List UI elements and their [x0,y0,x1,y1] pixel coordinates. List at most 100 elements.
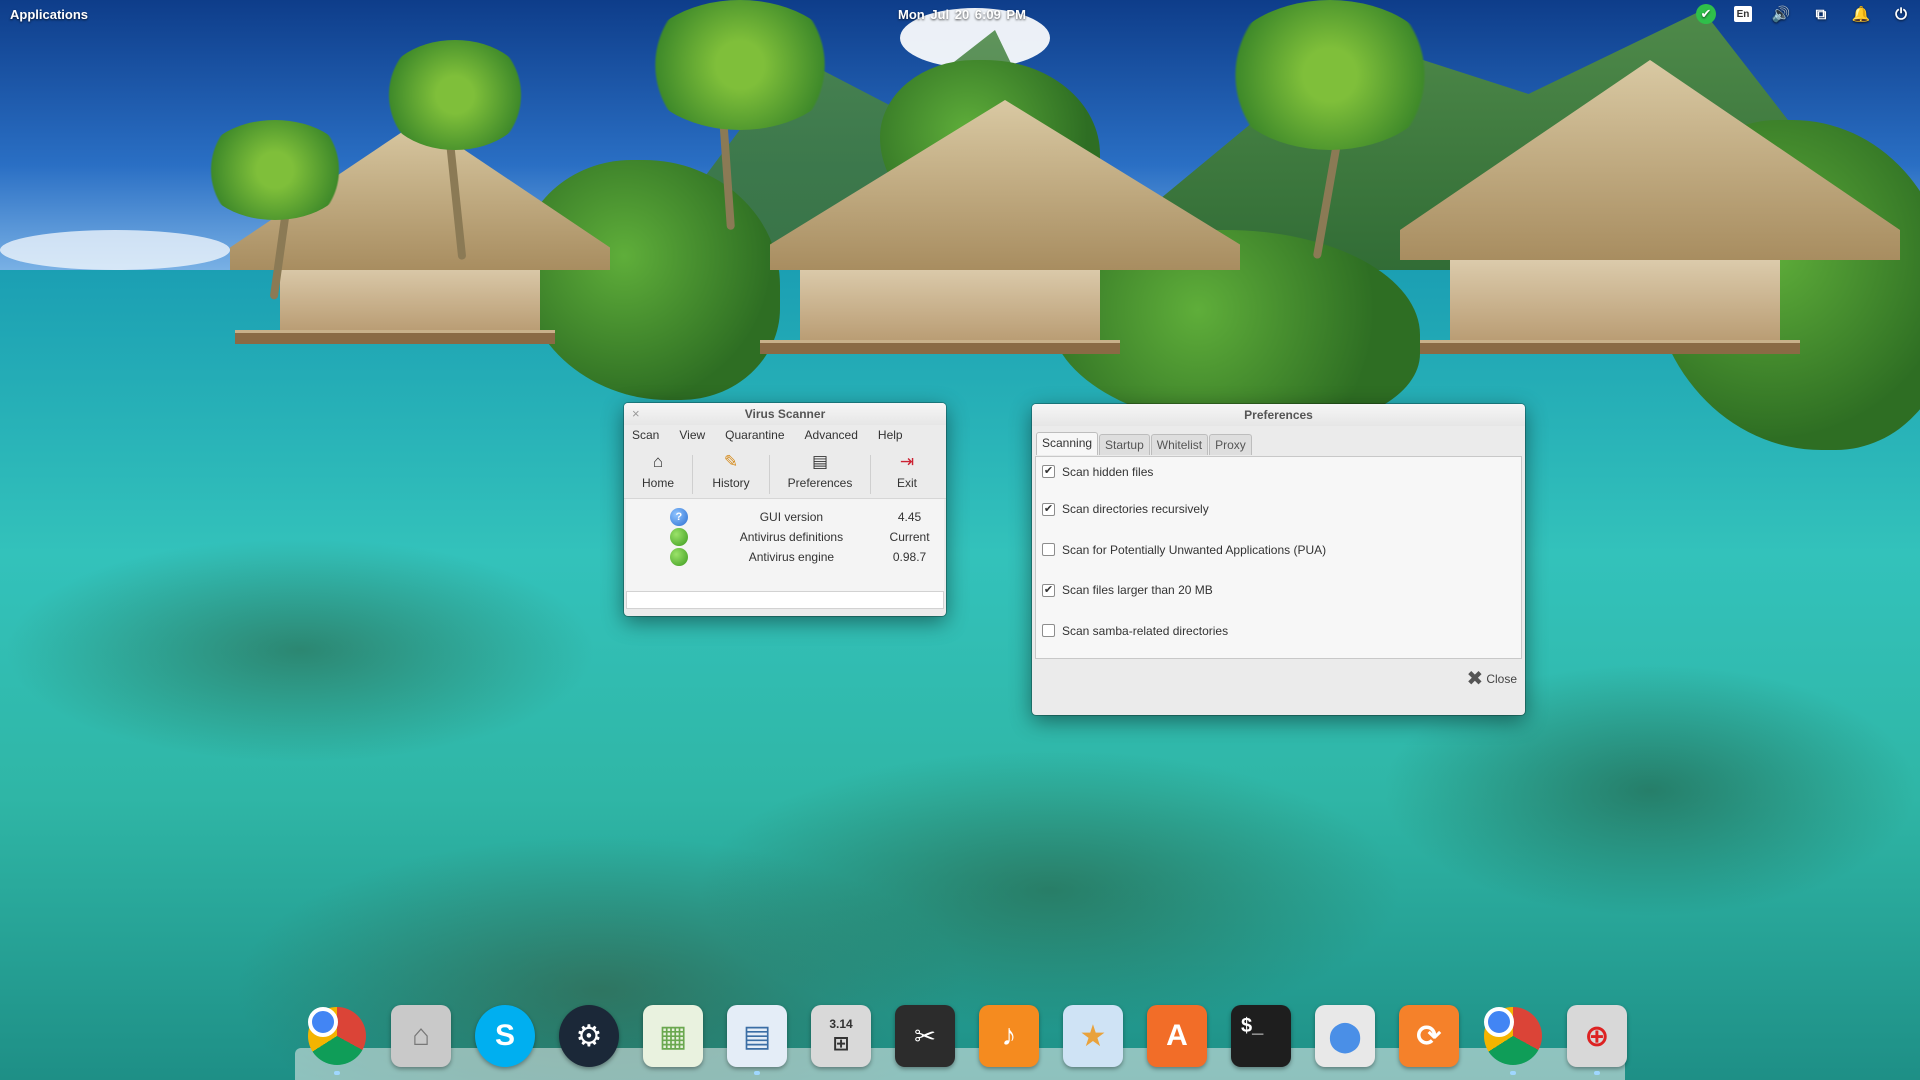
tab-startup[interactable]: Startup [1099,434,1150,455]
close-icon[interactable]: × [632,403,640,425]
exit-icon: ⇥ [899,452,915,471]
status-bar [626,591,944,609]
photos-icon[interactable]: ★ [1063,1005,1123,1067]
status-row: Antivirus engine 0.98.7 [626,547,944,567]
terminal-icon[interactable]: $_ [1231,1005,1291,1067]
desktop-wallpaper [0,0,1920,1080]
volume-icon[interactable]: 🔊 [1770,3,1792,25]
exit-label: Exit [896,476,917,490]
preferences-button[interactable]: ▤ Preferences [770,451,870,498]
preferences-titlebar[interactable]: Preferences [1032,404,1525,426]
close-button[interactable]: ✖ Close [1466,668,1517,690]
option-label: Scan files larger than 20 MB [1062,583,1213,598]
calculator-icon[interactable]: 3.14 ⊞ [811,1005,871,1067]
status-label: GUI version [759,510,824,524]
hut-deck [235,330,555,344]
home-icon: ⌂ [652,452,664,471]
top-panel: Applications Mon Jul 20 6:09 PM ✔ En 🔊 ⧉… [0,0,1920,28]
checkbox[interactable] [1042,543,1055,557]
settings-toggle-icon[interactable]: ⬤ [1315,1005,1375,1067]
exit-button[interactable]: ⇥ Exit [871,451,943,498]
chrome-icon-2[interactable] [1483,1005,1543,1075]
scanning-options-panel: ✔ Scan hidden files ✔ Scan directories r… [1035,456,1522,659]
app-center-icon[interactable]: A [1147,1005,1207,1067]
status-label: Antivirus definitions [739,530,844,544]
preferences-window: Preferences Scanning Startup Whitelist P… [1032,404,1525,715]
chrome-icon[interactable] [307,1005,367,1075]
calculator-keys: ⊞ [832,1032,850,1055]
history-icon: ✎ [723,452,739,471]
menu-view[interactable]: View [679,428,705,444]
home-label: Home [641,476,674,490]
option-label: Scan for Potentially Unwanted Applicatio… [1062,542,1327,557]
dock: ⌂ S ⚙ ▦ ▤ 3.14 ⊞ ✂ ♪ ★ A $_ ⬤ ⟳ ⊕ [307,1005,1627,1075]
preferences-icon: ▤ [811,452,829,471]
toolbar: ⌂ Home ✎ History ▤ Preferences ⇥ Exit [624,447,946,499]
close-label: Close [1486,672,1517,686]
keyboard-layout-indicator[interactable]: En [1734,6,1752,22]
history-label: History [712,476,750,490]
menu-advanced[interactable]: Advanced [805,428,858,444]
history-button[interactable]: ✎ History [693,451,769,498]
menu-scan[interactable]: Scan [632,428,659,444]
option-label: Scan hidden files [1062,465,1154,479]
hut-deck [1420,340,1800,354]
steam-icon[interactable]: ⚙ [559,1005,619,1067]
ok-icon [670,548,688,566]
notifications-icon[interactable]: 🔔 [1850,3,1872,25]
screenshot-icon[interactable]: ✂ [895,1005,955,1067]
home-button[interactable]: ⌂ Home [624,451,692,498]
virus-scanner-window: × Virus Scanner Scan View Quarantine Adv… [624,403,946,616]
check-icon[interactable]: ✔ [1696,4,1716,24]
tab-whitelist[interactable]: Whitelist [1150,434,1209,455]
close-icon: ✖ [1466,668,1484,690]
status-value: Current [889,530,930,544]
preferences-label: Preferences [787,476,853,490]
window-title: Preferences [1244,408,1313,422]
checkbox[interactable]: ✔ [1042,465,1055,478]
update-icon[interactable]: ⟳ [1399,1005,1459,1067]
option-label: Scan samba-related directories [1062,623,1229,638]
palm-crown [200,120,350,220]
virus-scanner-titlebar[interactable]: × Virus Scanner [624,403,946,425]
option-scan-samba[interactable]: Scan samba-related directories [1042,611,1521,652]
applications-menu[interactable]: Applications [10,7,88,22]
option-scan-pua[interactable]: Scan for Potentially Unwanted Applicatio… [1042,530,1521,571]
spreadsheet-icon[interactable]: ▦ [643,1005,703,1067]
checkbox[interactable]: ✔ [1042,502,1055,516]
network-icon[interactable]: ⧉ [1810,3,1832,25]
status-value: 4.45 [897,510,922,524]
files-icon[interactable]: ⌂ [391,1005,451,1067]
palm-crown [380,40,530,150]
window-title: Virus Scanner [744,407,826,421]
ok-icon [670,528,688,546]
tab-proxy[interactable]: Proxy [1209,434,1252,455]
skype-icon[interactable]: S [475,1005,535,1067]
clock[interactable]: Mon Jul 20 6:09 PM [898,7,1026,22]
status-panel: ? GUI version 4.45 Antivirus definitions… [626,499,944,591]
power-icon[interactable]: ⏻ [1890,3,1912,25]
system-tray: ✔ En 🔊 ⧉ 🔔 ⏻ [1696,3,1912,25]
document-viewer-icon[interactable]: ▤ [727,1005,787,1075]
menubar: Scan View Quarantine Advanced Help [624,425,946,447]
terminal-prompt: $_ [1241,1015,1264,1037]
calculator-display: 3.14 [829,1016,853,1031]
option-scan-hidden-files[interactable]: ✔ Scan hidden files [1042,465,1521,489]
tab-bar: Scanning Startup Whitelist Proxy [1032,426,1525,456]
dialog-footer: ✖ Close [1032,659,1525,697]
option-scan-recursively[interactable]: ✔ Scan directories recursively [1042,489,1521,530]
tab-scanning[interactable]: Scanning [1036,432,1099,455]
status-row: ? GUI version 4.45 [626,507,944,527]
menu-help[interactable]: Help [878,428,903,444]
cloud [0,230,230,270]
option-scan-large-files[interactable]: ✔ Scan files larger than 20 MB [1042,570,1521,611]
menu-quarantine[interactable]: Quarantine [725,428,784,444]
option-label: Scan directories recursively [1062,502,1209,517]
virus-scanner-icon[interactable]: ⊕ [1567,1005,1627,1075]
status-row: Antivirus definitions Current [626,527,944,547]
lagoon [0,270,1920,1080]
checkbox[interactable] [1042,624,1055,638]
checkbox[interactable]: ✔ [1042,583,1055,597]
music-icon[interactable]: ♪ [979,1005,1039,1067]
info-icon: ? [670,508,688,526]
